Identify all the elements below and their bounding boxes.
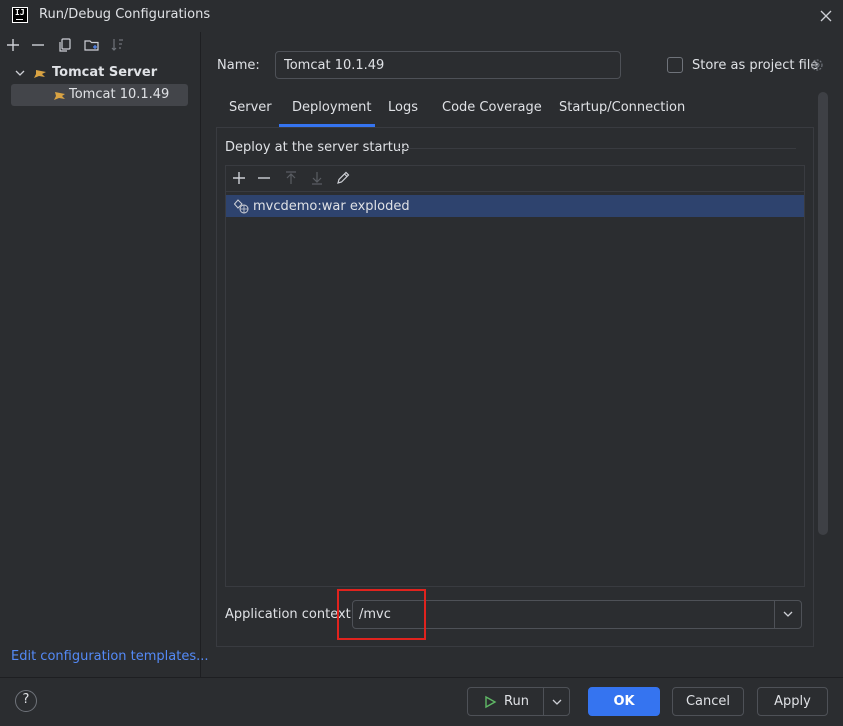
artifact-label: mvcdemo:war exploded — [253, 199, 410, 214]
run-play-icon — [485, 695, 497, 709]
chevron-down-icon[interactable] — [781, 607, 795, 621]
combo-divider — [774, 601, 775, 628]
copy-icon[interactable] — [56, 36, 74, 54]
section-separator — [396, 148, 796, 149]
tab-deployment[interactable]: Deployment — [292, 100, 372, 115]
edit-pencil-icon[interactable] — [335, 170, 351, 186]
name-input[interactable] — [275, 51, 621, 79]
cancel-button[interactable]: Cancel — [672, 687, 744, 716]
footer-separator — [0, 677, 843, 678]
configurations-sidebar — [0, 32, 201, 677]
help-button[interactable]: ? — [15, 690, 37, 712]
run-divider — [543, 688, 544, 715]
tomcat-icon — [54, 92, 65, 100]
move-to-folder-icon[interactable] — [83, 36, 101, 54]
run-label: Run — [504, 694, 529, 709]
remove-icon[interactable] — [29, 36, 47, 54]
artifact-list — [225, 165, 805, 587]
ok-button[interactable]: OK — [588, 687, 660, 716]
move-up-icon — [283, 170, 299, 186]
application-context-label: Application context: — [225, 607, 356, 622]
tree-group-tomcat-server[interactable] — [14, 64, 50, 84]
tab-startup-connection[interactable]: Startup/Connection — [559, 100, 685, 115]
artifact-war-icon — [234, 198, 250, 214]
list-toolbar-separator — [226, 191, 804, 192]
deploy-section-title: Deploy at the server startup — [225, 140, 410, 155]
gear-icon[interactable] — [809, 57, 825, 73]
tab-code-coverage[interactable]: Code Coverage — [442, 100, 542, 115]
add-artifact-icon[interactable] — [231, 170, 247, 186]
intellij-logo-icon: IJ — [12, 7, 28, 23]
tab-logs[interactable]: Logs — [388, 100, 418, 115]
tree-item-label: Tomcat 10.1.49 — [69, 87, 170, 102]
sort-icon — [109, 36, 127, 54]
vertical-scrollbar[interactable] — [818, 92, 828, 535]
apply-button[interactable]: Apply — [757, 687, 828, 716]
add-icon[interactable] — [4, 36, 22, 54]
tree-group-label: Tomcat Server — [52, 65, 158, 80]
run-options-chevron-icon[interactable] — [550, 695, 564, 709]
run-button[interactable]: Run — [467, 687, 570, 716]
help-icon: ? — [22, 692, 30, 707]
store-as-project-label: Store as project file — [692, 58, 819, 73]
move-down-icon — [309, 170, 325, 186]
edit-templates-link[interactable]: Edit configuration templates... — [11, 649, 209, 664]
name-label: Name: — [217, 58, 260, 73]
close-icon[interactable] — [817, 7, 835, 25]
window-title: Run/Debug Configurations — [39, 7, 211, 22]
red-highlight-box — [337, 589, 426, 640]
tab-server[interactable]: Server — [229, 100, 272, 115]
store-as-project-checkbox[interactable] — [667, 57, 683, 73]
remove-artifact-icon[interactable] — [256, 170, 272, 186]
